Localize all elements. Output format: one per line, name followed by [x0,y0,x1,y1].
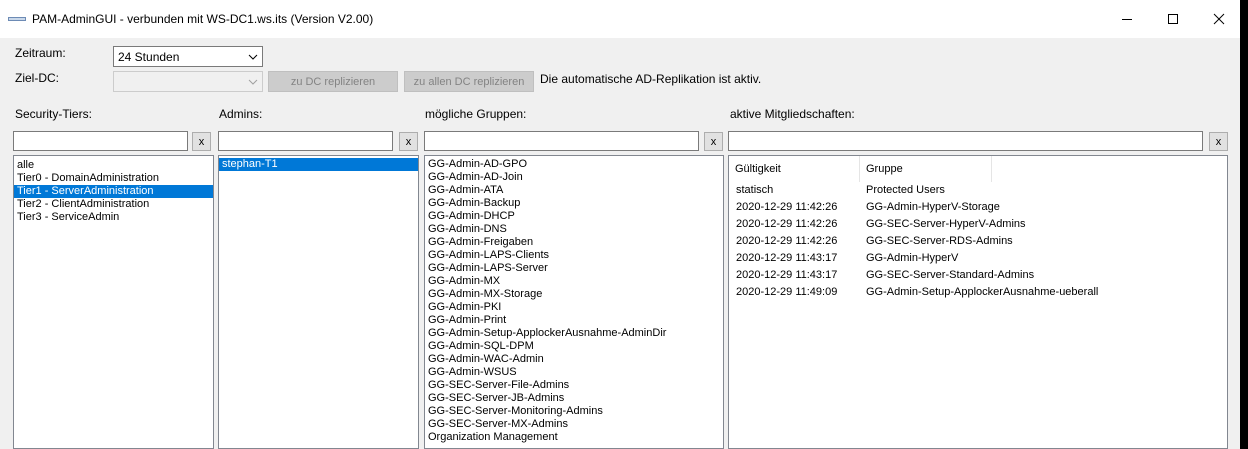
admins-filter-input[interactable] [218,131,393,151]
group-list-item[interactable]: GG-Admin-ATA [425,184,723,197]
close-icon [1213,13,1225,25]
main-window: PAM-AdminGUI - verbunden mit WS-DC1.ws.i… [0,0,1240,449]
admin-list-item[interactable]: stephan-T1 [219,158,418,171]
ziel-dc-label: Ziel-DC: [15,71,59,85]
security-tiers-list[interactable]: alle Tier0 - DomainAdministration Tier1 - … [13,155,214,449]
group-list-item[interactable]: GG-Admin-MX-Storage [425,288,723,301]
zeitraum-label: Zeitraum: [15,46,66,60]
membership-group: GG-SEC-Server-RDS-Admins [866,235,1013,247]
membership-row[interactable]: statisch Protected Users [729,184,1227,201]
group-list-item[interactable]: GG-SEC-Server-File-Admins [425,379,723,392]
membership-validity: 2020-12-29 11:43:17 [736,269,838,281]
membership-validity: statisch [736,184,774,196]
membership-row[interactable]: 2020-12-29 11:43:17 GG-Admin-HyperV [729,252,1227,269]
group-list-item[interactable]: GG-SEC-Server-JB-Admins [425,392,723,405]
group-list-item[interactable]: GG-SEC-Server-MX-Admins [425,418,723,431]
memberships-filter-clear-button[interactable]: x [1209,132,1228,151]
group-list-item[interactable]: GG-SEC-Server-Monitoring-Admins [425,405,723,418]
tier-list-item[interactable]: Tier3 - ServiceAdmin [14,211,213,224]
tier-list-item[interactable]: Tier2 - ClientAdministration [14,198,213,211]
membership-group: GG-SEC-Server-HyperV-Admins [866,218,1026,230]
group-list-item[interactable]: GG-Admin-DHCP [425,210,723,223]
membership-validity: 2020-12-29 11:42:26 [736,235,838,247]
chevron-down-icon [244,72,262,91]
membership-validity: 2020-12-29 11:49:09 [736,286,838,298]
active-memberships-label: aktive Mitgliedschaften: [730,107,855,121]
membership-group: GG-Admin-HyperV-Storage [866,201,1000,213]
group-list-item[interactable]: GG-Admin-AD-GPO [425,158,723,171]
membership-group: GG-Admin-Setup-ApplockerAusnahme-ueberal… [866,286,1099,298]
active-memberships-listview[interactable]: Gültigkeit Gruppe statisch Protected User… [728,155,1228,449]
zeitraum-dropdown[interactable]: 24 Stunden [113,46,263,67]
column-header-gueltigkeit[interactable]: Gültigkeit [729,156,860,182]
membership-group: GG-Admin-HyperV [866,252,959,264]
close-window-button[interactable] [1196,0,1242,38]
group-list-item[interactable]: GG-Admin-WSUS [425,366,723,379]
membership-validity: 2020-12-29 11:42:26 [736,201,838,213]
groups-filter-clear-button[interactable]: x [704,132,723,151]
group-list-item[interactable]: GG-Admin-LAPS-Clients [425,249,723,262]
memberships-filter-input[interactable] [728,131,1203,151]
chevron-down-icon [244,47,262,66]
zeitraum-value: 24 Stunden [118,50,180,64]
replication-status-text: Die automatische AD-Replikation ist akti… [540,72,762,86]
group-list-item[interactable]: GG-Admin-WAC-Admin [425,353,723,366]
replicate-to-dc-button[interactable]: zu DC replizieren [268,71,398,92]
tiers-filter-input[interactable] [13,131,188,151]
replicate-to-all-dc-button[interactable]: zu allen DC replizieren [404,71,534,92]
group-list-item[interactable]: GG-Admin-AD-Join [425,171,723,184]
group-list-item[interactable]: GG-Admin-Print [425,314,723,327]
security-tiers-label: Security-Tiers: [15,107,92,121]
admins-list[interactable]: stephan-T1 [218,155,419,449]
possible-groups-label: mögliche Gruppen: [425,107,527,121]
group-list-item[interactable]: GG-Admin-PKI [425,301,723,314]
membership-validity: 2020-12-29 11:43:17 [736,252,838,264]
group-list-item[interactable]: Organization Management [425,431,723,444]
tier-list-item[interactable]: alle [14,159,213,172]
membership-group: GG-SEC-Server-Standard-Admins [866,269,1035,281]
possible-groups-list[interactable]: GG-Admin-AD-GPO GG-Admin-AD-Join GG-Admin-… [424,155,724,449]
tier-list-item[interactable]: Tier1 - ServerAdministration [14,185,213,198]
membership-group: Protected Users [866,184,945,196]
group-list-item[interactable]: GG-Admin-DNS [425,223,723,236]
maximize-button[interactable] [1150,0,1196,38]
title-bar: PAM-AdminGUI - verbunden mit WS-DC1.ws.i… [0,0,1240,38]
membership-row[interactable]: 2020-12-29 11:43:17 GG-SEC-Server-Standar… [729,269,1227,286]
tiers-filter-clear-button[interactable]: x [192,132,211,151]
admins-label: Admins: [219,107,263,121]
minimize-button[interactable] [1104,0,1150,38]
group-list-item[interactable]: GG-Admin-Backup [425,197,723,210]
group-list-item[interactable]: GG-Admin-Freigaben [425,236,723,249]
membership-row[interactable]: 2020-12-29 11:49:09 GG-Admin-Setup-Apploc… [729,286,1227,303]
app-icon [8,17,26,21]
membership-row[interactable]: 2020-12-29 11:42:26 GG-Admin-HyperV-Stora… [729,201,1227,218]
admins-filter-clear-button[interactable]: x [399,132,418,151]
tier-list-item[interactable]: Tier0 - DomainAdministration [14,172,213,185]
ziel-dc-dropdown[interactable] [113,71,263,92]
membership-validity: 2020-12-29 11:42:26 [736,218,838,230]
maximize-icon [1168,14,1178,24]
membership-row[interactable]: 2020-12-29 11:42:26 GG-SEC-Server-RDS-Adm… [729,235,1227,252]
group-list-item[interactable]: GG-Admin-SQL-DPM [425,340,723,353]
group-list-item[interactable]: GG-Admin-MX [425,275,723,288]
membership-row[interactable]: 2020-12-29 11:42:26 GG-SEC-Server-HyperV-… [729,218,1227,235]
minimize-icon [1122,19,1132,20]
groups-filter-input[interactable] [424,131,699,151]
column-header-gruppe[interactable]: Gruppe [860,156,992,182]
group-list-item[interactable]: GG-Admin-Setup-ApplockerAusnahme-AdminDi… [425,327,723,340]
window-title: PAM-AdminGUI - verbunden mit WS-DC1.ws.i… [32,12,374,26]
group-list-item[interactable]: GG-Admin-LAPS-Server [425,262,723,275]
